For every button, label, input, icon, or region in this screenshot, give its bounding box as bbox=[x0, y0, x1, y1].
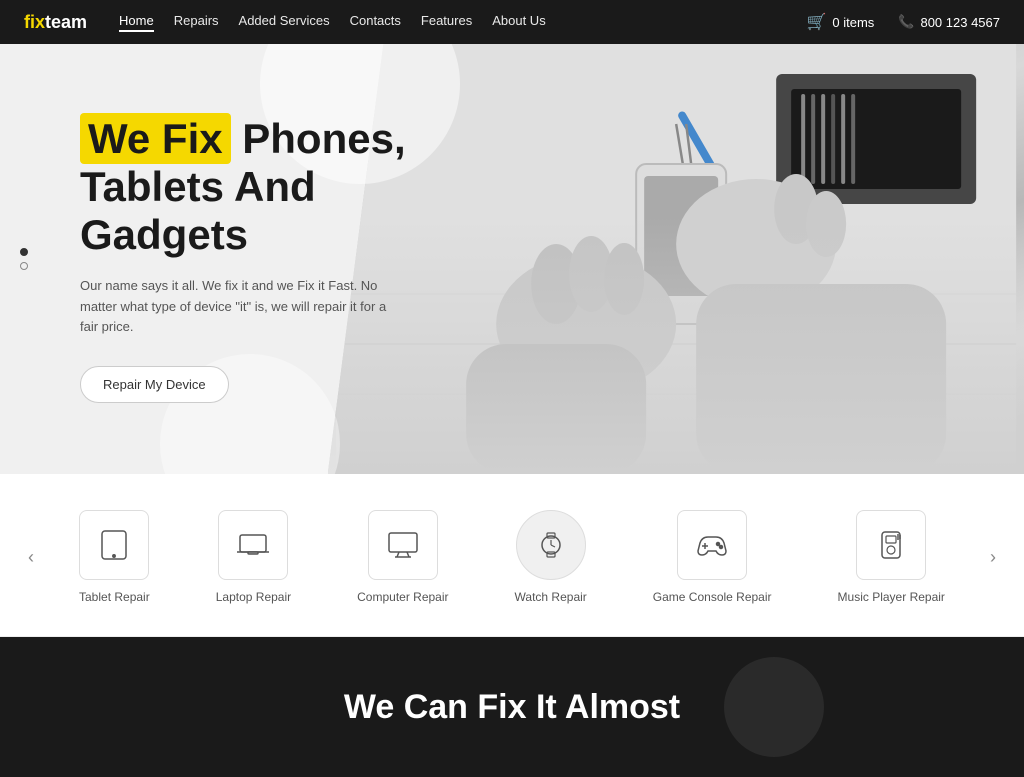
phone-area[interactable]: 📞 800 123 4567 bbox=[898, 14, 1000, 30]
nav-item-repairs[interactable]: Repairs bbox=[174, 13, 219, 32]
service-item-monitor[interactable]: Computer Repair bbox=[345, 502, 460, 612]
prev-service-button[interactable]: ‹ bbox=[16, 539, 46, 576]
services-list: Tablet Repair Laptop Repair Computer Repai… bbox=[46, 502, 978, 612]
service-label-music-player: Music Player Repair bbox=[838, 590, 945, 604]
hero-content: We Fix Phones, Tablets And Gadgets Our n… bbox=[0, 115, 406, 403]
logo[interactable]: fixteam bbox=[24, 12, 87, 33]
service-item-gamepad[interactable]: Game Console Repair bbox=[641, 502, 784, 612]
service-label-laptop: Laptop Repair bbox=[216, 590, 291, 604]
header: fixteam Home Repairs Added Services Contact… bbox=[0, 0, 1024, 44]
nav-item-added-services[interactable]: Added Services bbox=[239, 13, 330, 32]
service-label-monitor: Computer Repair bbox=[357, 590, 448, 604]
services-inner: ‹ Tablet Repair Laptop Repair Computer Rep… bbox=[0, 502, 1024, 612]
hero-section: We Fix Phones, Tablets And Gadgets Our n… bbox=[0, 44, 1024, 474]
cart-icon: 🛒 bbox=[806, 12, 826, 32]
nav-item-contacts[interactable]: Contacts bbox=[350, 13, 401, 32]
service-icon-gamepad bbox=[677, 510, 747, 580]
service-icon-monitor bbox=[368, 510, 438, 580]
nav-item-home[interactable]: Home bbox=[119, 13, 154, 32]
hero-dot-2[interactable] bbox=[20, 262, 28, 270]
service-icon-music-player bbox=[856, 510, 926, 580]
service-label-gamepad: Game Console Repair bbox=[653, 590, 772, 604]
logo-fix: fix bbox=[24, 12, 45, 32]
cart-area[interactable]: 🛒 0 items bbox=[806, 12, 874, 32]
hero-subtitle: Our name says it all. We fix it and we F… bbox=[80, 276, 390, 338]
hero-line3: Gadgets bbox=[80, 211, 248, 258]
service-icon-watch bbox=[516, 510, 586, 580]
hero-dots bbox=[20, 248, 28, 270]
repair-cta-button[interactable]: Repair My Device bbox=[80, 366, 229, 403]
service-label-watch: Watch Repair bbox=[515, 590, 587, 604]
header-left: fixteam Home Repairs Added Services Contact… bbox=[24, 12, 546, 33]
cart-label: 0 items bbox=[832, 15, 874, 30]
next-service-button[interactable]: › bbox=[978, 539, 1008, 576]
header-right: 🛒 0 items 📞 800 123 4567 bbox=[806, 12, 1000, 32]
hero-title-rest: Phones, bbox=[231, 115, 406, 162]
service-icon-laptop bbox=[218, 510, 288, 580]
service-item-laptop[interactable]: Laptop Repair bbox=[204, 502, 303, 612]
hero-dot-1[interactable] bbox=[20, 248, 28, 256]
hero-title: We Fix Phones, Tablets And Gadgets bbox=[80, 115, 406, 260]
service-label-tablet: Tablet Repair bbox=[79, 590, 150, 604]
bottom-section: We Can Fix It Almost bbox=[0, 637, 1024, 777]
nav-item-about-us[interactable]: About Us bbox=[492, 13, 545, 32]
services-section: ‹ Tablet Repair Laptop Repair Computer Rep… bbox=[0, 474, 1024, 637]
service-item-tablet[interactable]: Tablet Repair bbox=[67, 502, 162, 612]
service-icon-tablet bbox=[79, 510, 149, 580]
phone-number: 800 123 4567 bbox=[920, 15, 1000, 30]
hero-highlight: We Fix bbox=[80, 113, 231, 164]
service-item-music-player[interactable]: Music Player Repair bbox=[826, 502, 957, 612]
main-nav: Home Repairs Added Services Contacts Feature… bbox=[119, 13, 546, 32]
bottom-title: We Can Fix It Almost bbox=[344, 688, 680, 727]
phone-icon: 📞 bbox=[898, 14, 914, 30]
hero-line2: Tablets And bbox=[80, 163, 316, 210]
nav-item-features[interactable]: Features bbox=[421, 13, 472, 32]
bottom-deco-circle bbox=[724, 657, 824, 757]
service-item-watch[interactable]: Watch Repair bbox=[503, 502, 599, 612]
logo-team: team bbox=[45, 12, 87, 32]
